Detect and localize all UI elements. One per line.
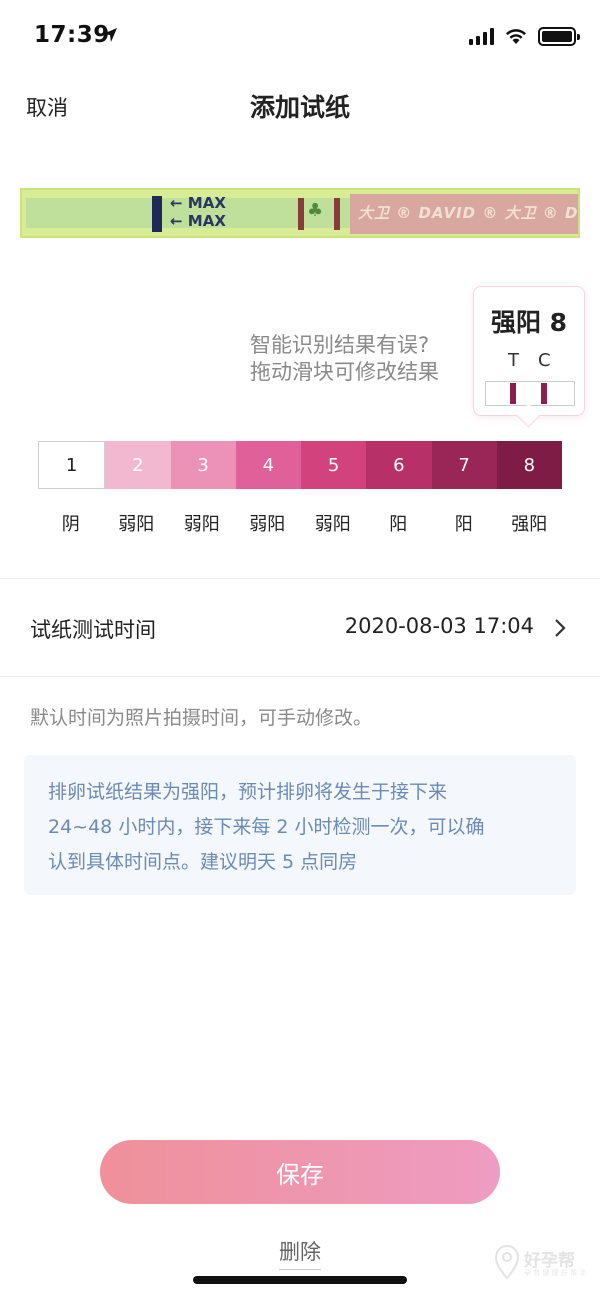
test-time-row[interactable]: 试纸测试时间 2020-08-03 17:04 — [0, 580, 600, 676]
status-icons — [469, 26, 580, 46]
hint-line-2: 拖动滑块可修改结果 — [250, 360, 439, 384]
test-line-mark — [510, 383, 516, 404]
test-strip-image: ← MAX ← MAX ♣ 大卫 ® DAVID ® 大卫 ® DAVID ® … — [20, 188, 580, 238]
scale-level-2[interactable]: 2 — [105, 441, 171, 489]
selected-result-title: 强阳 8 — [490, 308, 568, 337]
scale-level-8[interactable]: 8 — [496, 441, 562, 489]
advice-box: 排卵试纸结果为强阳，预计排卵将发生于接下来 24~48 小时内，接下来每 2 小… — [24, 755, 576, 895]
selected-result-popover: 强阳 8 T C — [473, 286, 585, 416]
test-line-label: T — [508, 350, 519, 371]
save-button[interactable]: 保存 — [100, 1140, 500, 1204]
watermark-subtext: 孕 育 健 康 好 帮 手 — [524, 1269, 587, 1277]
strip-logo-icon: ♣ — [307, 200, 324, 221]
advice-line-2: 24~48 小时内，接下来每 2 小时检测一次，可以确 — [48, 816, 485, 838]
strip-handle-mark — [152, 196, 162, 232]
strip-test-line — [298, 198, 304, 230]
nav-bar: 取消 添加试纸 — [0, 72, 600, 142]
divider — [0, 676, 600, 677]
test-time-value: 2020-08-03 17:04 — [344, 614, 534, 638]
scale-label-8: 强阳 — [511, 514, 548, 535]
scale-level-7[interactable]: 7 — [431, 441, 497, 489]
scale-level-6[interactable]: 6 — [366, 441, 432, 489]
time-note: 默认时间为照片拍摄时间，可手动修改。 — [30, 707, 373, 729]
delete-label: 删除 — [279, 1236, 321, 1270]
scale-level-5[interactable]: 5 — [301, 441, 367, 489]
control-line-label: C — [538, 350, 551, 371]
strip-max-label: ← MAX — [170, 212, 226, 230]
wifi-icon — [506, 29, 526, 44]
page-title: 添加试纸 — [249, 93, 350, 122]
scale-label-7: 阳 — [454, 514, 473, 535]
scale-label-5: 弱阳 — [314, 514, 351, 535]
watermark-icon — [494, 1244, 520, 1280]
strip-max-label: ← MAX — [170, 194, 226, 212]
home-indicator — [193, 1276, 407, 1284]
test-time-label: 试纸测试时间 — [30, 618, 156, 642]
location-arrow-icon — [103, 28, 117, 42]
scale-level-3[interactable]: 3 — [170, 441, 236, 489]
advice-line-1: 排卵试纸结果为强阳，预计排卵将发生于接下来 — [48, 781, 448, 803]
status-bar: 17:39 — [0, 0, 600, 72]
scale-label-3: 弱阳 — [183, 514, 220, 535]
result-scale-slider[interactable]: 12345678 — [38, 441, 562, 489]
scale-label-2: 弱阳 — [118, 514, 155, 535]
result-scale-labels: 阴 弱阳 弱阳 弱阳 弱阳 阳 阳 强阳 — [38, 510, 562, 536]
scale-level-1[interactable]: 1 — [38, 441, 106, 489]
result-strip-preview — [485, 381, 575, 406]
chevron-right-icon — [555, 619, 566, 637]
status-time: 17:39 — [34, 22, 110, 48]
battery-icon — [538, 26, 580, 46]
scale-label-6: 阳 — [389, 514, 408, 535]
adjust-hint: 智能识别结果有误? 拖动滑块可修改结果 — [250, 332, 439, 386]
advice-line-3: 认到具体时间点。建议明天 5 点同房 — [48, 851, 358, 873]
divider — [0, 578, 600, 579]
strip-control-line — [334, 198, 340, 230]
cellular-signal-icon — [469, 27, 494, 45]
scale-label-4: 弱阳 — [249, 514, 286, 535]
strip-max-labels: ← MAX ← MAX — [170, 194, 226, 230]
strip-brand-text: 大卫 ® DAVID ® 大卫 ® DAVID ® 大卫 ® DAVID — [358, 204, 579, 222]
watermark-logo: 好孕帮 孕 育 健 康 好 帮 手 — [494, 1242, 594, 1282]
control-line-mark — [541, 383, 547, 404]
scale-label-1: 阴 — [61, 514, 80, 535]
hint-line-1: 智能识别结果有误? — [250, 333, 430, 357]
scale-level-4[interactable]: 4 — [235, 441, 301, 489]
